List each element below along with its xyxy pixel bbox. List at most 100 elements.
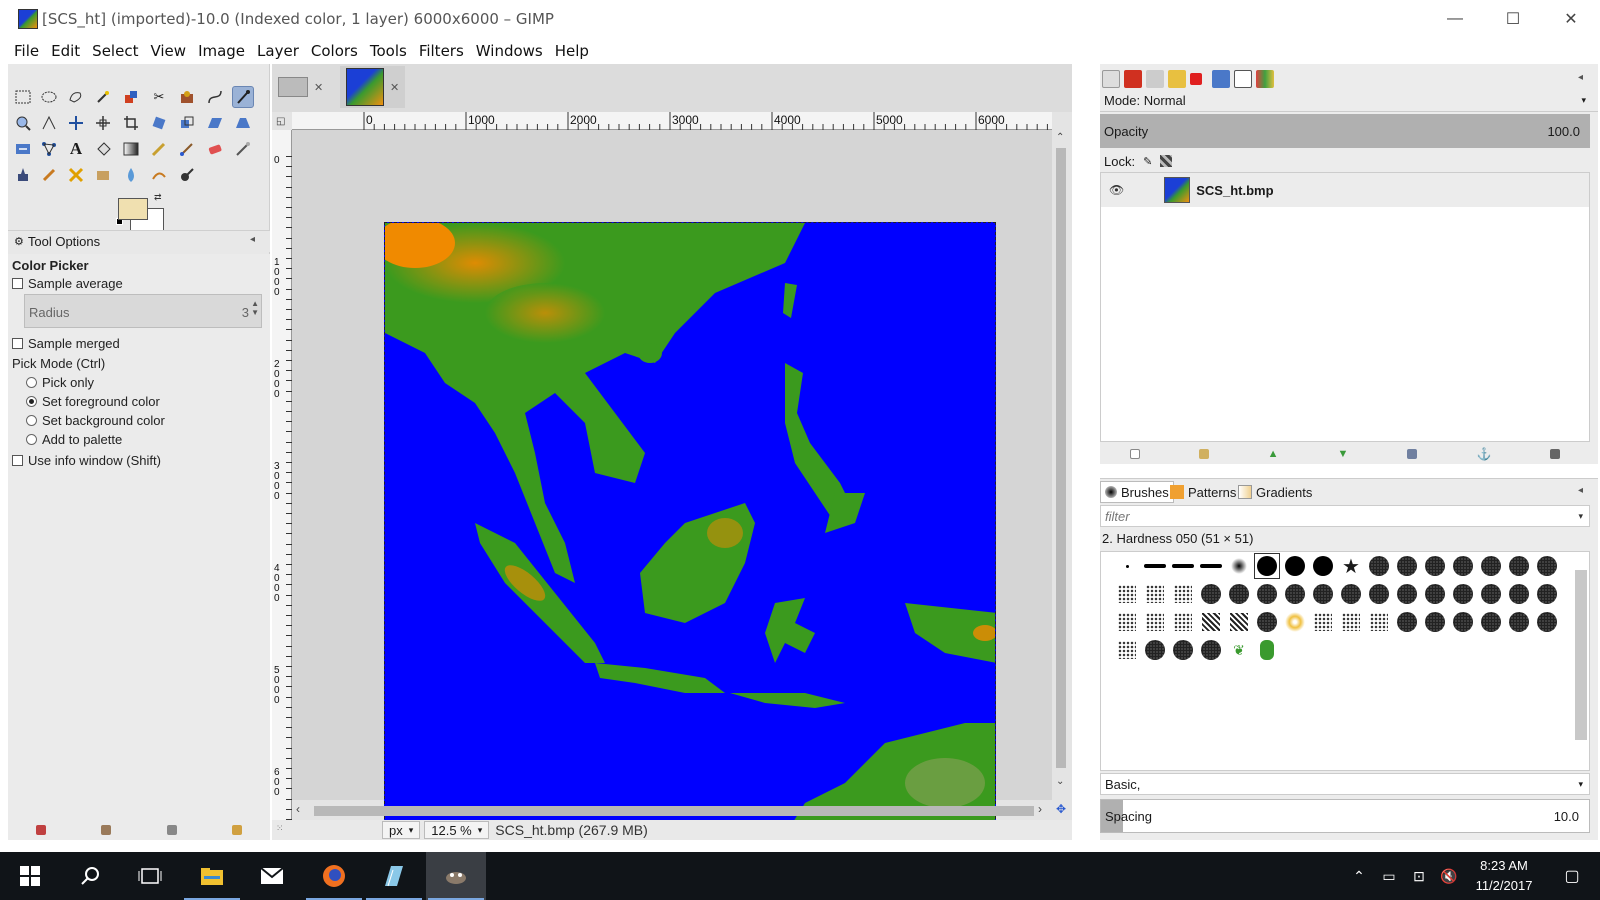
use-info-window-checkbox[interactable]: [12, 455, 23, 466]
brush-thumbnail[interactable]: [1143, 554, 1167, 578]
lower-layer-icon[interactable]: ▼: [1338, 448, 1349, 460]
delete-options-icon[interactable]: [166, 825, 177, 835]
blur-icon[interactable]: [120, 164, 142, 186]
brush-thumbnail[interactable]: [1367, 554, 1391, 578]
brush-thumbnail[interactable]: [1254, 553, 1280, 579]
zoom-icon[interactable]: [12, 112, 34, 134]
text-icon[interactable]: A: [65, 138, 87, 160]
gradient-icon[interactable]: [120, 138, 142, 160]
brush-thumbnail[interactable]: [1199, 638, 1223, 662]
pick-mode-set-background[interactable]: Set background color: [26, 413, 165, 428]
brush-thumbnail[interactable]: [1367, 610, 1391, 634]
scissors-icon[interactable]: ✂: [148, 86, 170, 108]
brush-thumbnail[interactable]: [1255, 638, 1279, 662]
brush-thumbnail[interactable]: [1479, 582, 1503, 606]
quick-mask-corner-icon[interactable]: ◱: [276, 116, 285, 127]
brush-thumbnail[interactable]: [1143, 610, 1167, 634]
scroll-up-icon[interactable]: ⌃: [1056, 132, 1064, 143]
foreground-color-swatch[interactable]: [118, 198, 148, 220]
save-options-icon[interactable]: [35, 825, 46, 835]
rect-select-icon[interactable]: [12, 86, 34, 108]
smudge-icon[interactable]: [148, 164, 170, 186]
paths-icon[interactable]: [204, 86, 226, 108]
notepad-icon[interactable]: [364, 852, 424, 900]
brush-thumbnail[interactable]: [1199, 554, 1223, 578]
sample-average-option[interactable]: Sample average: [12, 276, 123, 291]
measure-icon[interactable]: [38, 112, 60, 134]
opacity-slider[interactable]: Opacity 100.0: [1100, 114, 1590, 148]
new-layer-group-icon[interactable]: [1198, 449, 1209, 459]
canvas-area[interactable]: [292, 130, 1052, 834]
brush-thumbnail[interactable]: [1423, 610, 1447, 634]
file-explorer-icon[interactable]: [182, 852, 242, 900]
color-picker-icon[interactable]: [232, 86, 254, 108]
layer-mode-selector[interactable]: Mode: Normal ▾: [1100, 90, 1598, 112]
brush-thumbnail[interactable]: [1395, 610, 1419, 634]
select-by-color-icon[interactable]: [120, 86, 142, 108]
duplicate-layer-icon[interactable]: [1407, 449, 1418, 459]
undo-history-tab-icon[interactable]: [1168, 70, 1186, 88]
free-select-icon[interactable]: [65, 86, 87, 108]
pick-mode-add-palette[interactable]: Add to palette: [26, 432, 122, 447]
spacing-slider[interactable]: Spacing 10.0: [1100, 799, 1590, 833]
notifications-icon[interactable]: ▢: [1544, 866, 1600, 886]
ellipse-select-icon[interactable]: [38, 86, 60, 108]
close-tab-icon[interactable]: ✕: [314, 81, 323, 94]
network-icon[interactable]: ⊡: [1404, 868, 1434, 885]
radio-set-background[interactable]: [26, 415, 37, 426]
brush-thumbnail[interactable]: [1339, 610, 1363, 634]
brush-thumbnail[interactable]: [1479, 610, 1503, 634]
brush-thumbnail[interactable]: [1311, 610, 1335, 634]
firefox-icon[interactable]: [304, 852, 364, 900]
brush-thumbnail[interactable]: [1451, 610, 1475, 634]
scroll-down-icon[interactable]: ⌄: [1056, 776, 1064, 787]
brush-thumbnail[interactable]: [1171, 554, 1195, 578]
unit-selector[interactable]: px ▾: [382, 821, 421, 839]
brush-thumbnail[interactable]: [1171, 582, 1195, 606]
menu-colors[interactable]: Colors: [305, 42, 364, 60]
brush-thumbnail[interactable]: ❦: [1227, 638, 1251, 662]
eraser-icon[interactable]: [204, 138, 226, 160]
sample-average-checkbox[interactable]: [12, 278, 23, 289]
visibility-eye-icon[interactable]: 👁: [1109, 183, 1124, 197]
battery-icon[interactable]: ▭: [1374, 868, 1404, 885]
brush-thumbnail[interactable]: [1535, 554, 1559, 578]
brush-thumbnail[interactable]: [1367, 582, 1391, 606]
brush-preset-selector[interactable]: Basic, ▾: [1100, 773, 1590, 795]
menu-layer[interactable]: Layer: [251, 42, 305, 60]
move-icon[interactable]: [65, 112, 87, 134]
brush-grid[interactable]: ★ ❦: [1100, 551, 1590, 771]
mypaint-brush-icon[interactable]: [38, 164, 60, 186]
brush-thumbnail[interactable]: [1311, 582, 1335, 606]
menu-edit[interactable]: Edit: [45, 42, 86, 60]
brush-thumbnail[interactable]: [1143, 638, 1167, 662]
brush-thumbnail[interactable]: [1171, 638, 1195, 662]
clone-icon[interactable]: [65, 164, 87, 186]
search-icon[interactable]: [60, 852, 120, 900]
brush-grid-scrollbar[interactable]: [1575, 570, 1587, 740]
delete-layer-icon[interactable]: [1550, 449, 1561, 459]
horizontal-ruler[interactable]: 0 1000 2000 3000 4000 5000 6000: [292, 112, 1052, 130]
pick-mode-pick-only[interactable]: Pick only: [26, 375, 94, 390]
foreground-select-icon[interactable]: [176, 86, 198, 108]
mail-icon[interactable]: [242, 852, 302, 900]
vertical-scrollbar[interactable]: ⌃ ⌄: [1052, 130, 1070, 790]
zoom-selector[interactable]: 12.5 % ▾: [424, 821, 490, 839]
brush-thumbnail[interactable]: [1507, 554, 1531, 578]
shear-icon[interactable]: [204, 112, 226, 134]
image-tab-empty[interactable]: ✕: [278, 66, 323, 108]
flip-icon[interactable]: [12, 138, 34, 160]
brush-thumbnail[interactable]: [1227, 554, 1251, 578]
radius-spinner[interactable]: Radius 3 ▲ ▼: [24, 294, 262, 328]
brush-thumbnail[interactable]: [1311, 554, 1335, 578]
brush-thumbnail[interactable]: [1255, 610, 1279, 634]
brush-thumbnail[interactable]: [1255, 582, 1279, 606]
volume-muted-icon[interactable]: 🔇: [1434, 868, 1464, 885]
align-icon[interactable]: [92, 112, 114, 134]
brush-thumbnail[interactable]: [1451, 554, 1475, 578]
rotate-icon[interactable]: [148, 112, 170, 134]
chevron-up-icon[interactable]: ⌃: [1344, 868, 1374, 885]
brush-thumbnail[interactable]: [1479, 554, 1503, 578]
menu-image[interactable]: Image: [192, 42, 251, 60]
menu-file[interactable]: File: [8, 42, 45, 60]
